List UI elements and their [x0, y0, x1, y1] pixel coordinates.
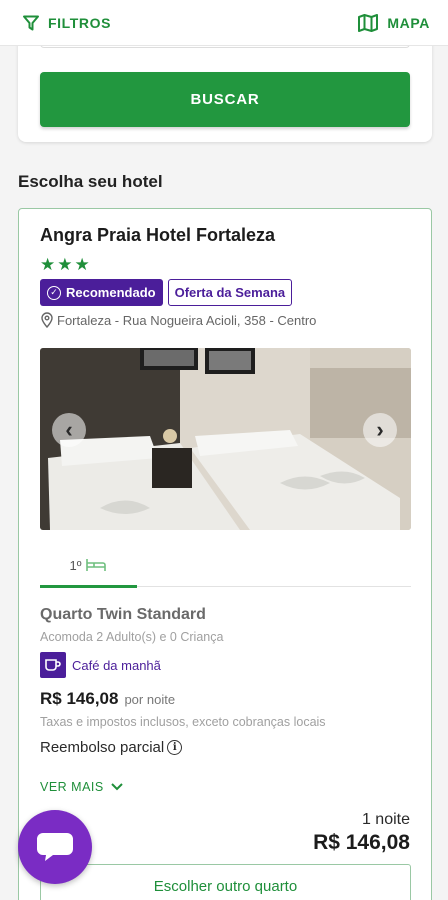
section-title: Escolha seu hotel: [18, 172, 163, 191]
active-tab-indicator: [40, 585, 137, 588]
tab-room-1[interactable]: 1º: [40, 543, 137, 587]
map-icon: [358, 13, 379, 32]
filter-icon: [23, 15, 39, 30]
chevron-right-icon: ›: [376, 417, 384, 442]
total-price: R$ 146,08: [313, 831, 410, 854]
hotel-name[interactable]: Angra Praia Hotel Fortaleza: [40, 225, 275, 246]
star-rating: ★★★: [40, 255, 92, 274]
chevron-down-icon: [111, 783, 123, 791]
room-photo[interactable]: ‹ ›: [40, 348, 411, 530]
room-photo-image: [40, 348, 411, 530]
location-pin-icon: [41, 312, 53, 328]
chat-button[interactable]: [18, 810, 92, 884]
room-occupancy: Acomoda 2 Adulto(s) e 0 Criança: [40, 630, 224, 644]
filters-button[interactable]: FILTROS: [22, 14, 111, 32]
hotel-card: Angra Praia Hotel Fortaleza ★★★ ✓ Recome…: [18, 208, 432, 900]
refund-label: Reembolso parcial: [40, 739, 165, 756]
choose-other-room-button[interactable]: Escolher outro quarto: [40, 864, 411, 900]
filters-label: FILTROS: [48, 14, 112, 31]
per-night-label: por noite: [124, 692, 176, 707]
nightly-price: R$ 146,08: [40, 689, 119, 708]
chevron-left-icon: ‹: [65, 417, 73, 442]
photo-prev-button[interactable]: ‹: [52, 413, 86, 447]
see-more-link[interactable]: VER MAIS: [40, 780, 124, 794]
chat-bubble-icon: [37, 833, 73, 861]
info-icon[interactable]: i: [167, 740, 183, 755]
nights-count: 1 noite: [361, 811, 410, 828]
breakfast-info: Café da manhã: [40, 652, 161, 678]
map-label: MAPA: [387, 14, 430, 31]
see-more-label: VER MAIS: [40, 780, 104, 794]
search-panel: BUSCAR: [18, 30, 432, 142]
address-text: Fortaleza - Rua Nogueira Acioli, 358 - C…: [57, 312, 317, 328]
check-circle-icon: ✓: [47, 285, 61, 300]
room-tabs: 1º: [40, 543, 411, 588]
photo-next-button[interactable]: ›: [363, 413, 397, 447]
map-button[interactable]: MAPA: [357, 13, 430, 33]
bed-icon: [86, 559, 107, 571]
search-button[interactable]: BUSCAR: [40, 72, 410, 127]
room-tab-label: 1º: [69, 557, 82, 573]
top-bar: FILTROS MAPA: [0, 0, 448, 46]
refund-policy[interactable]: Reembolso parcial i: [40, 739, 183, 756]
coffee-cup-icon: [40, 652, 66, 678]
room-name: Quarto Twin Standard: [40, 606, 206, 623]
recommended-badge: ✓ Recomendado: [40, 279, 163, 306]
breakfast-label: Café da manhã: [72, 657, 161, 673]
offer-badge: Oferta da Semana: [167, 279, 293, 306]
hotel-address: Fortaleza - Rua Nogueira Acioli, 358 - C…: [40, 312, 316, 328]
price-line: R$ 146,08 por noite: [40, 689, 175, 709]
recommended-label: Recomendado: [66, 285, 156, 300]
badge-row: ✓ Recomendado Oferta da Semana: [40, 279, 293, 306]
taxes-note: Taxas e impostos inclusos, exceto cobran…: [40, 715, 326, 729]
